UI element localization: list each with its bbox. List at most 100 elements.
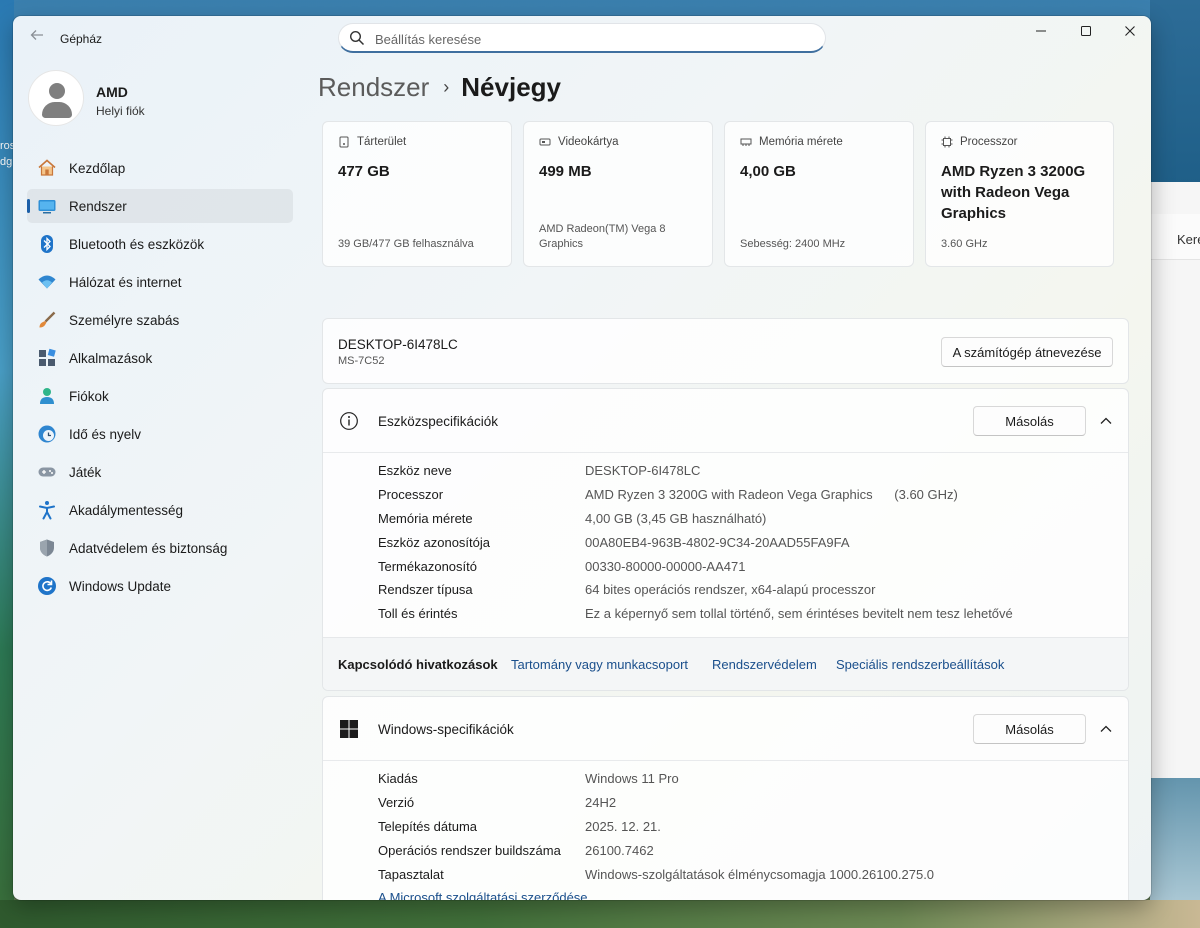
card-label: Processzor [960,136,1018,148]
spec-row: Operációs rendszer buildszáma 26100.7462 [378,838,1118,862]
sidebar-item-privacy[interactable]: Adatvédelem és biztonság [27,531,293,565]
profile-account-type: Helyi fiók [96,104,145,118]
account-icon [37,386,57,406]
card-label: Memória mérete [759,136,843,148]
spec-value: AMD Ryzen 3 3200G with Radeon Vega Graph… [585,487,958,503]
minimize-button[interactable] [1019,16,1063,46]
device-name-panel: DESKTOP-6I478LC MS-7C52 A számítógép átn… [322,318,1129,384]
close-button[interactable] [1108,16,1151,46]
spec-key: Rendszer típusa [378,582,473,598]
sidebar-item-label: Idő és nyelv [69,426,142,442]
sidebar-item-label: Kezdőlap [69,160,126,176]
card-value: 4,00 GB [740,163,796,180]
card-subtext: Sebesség: 2400 MHz [740,238,846,250]
card-memory: Memória mérete 4,00 GB Sebesség: 2400 MH… [724,121,914,267]
spec-value: 64 bites operációs rendszer, x64-alapú p… [585,582,876,598]
sidebar-item-windows-update[interactable]: Windows Update [27,569,293,603]
spec-key: Toll és érintés [378,606,458,622]
card-label: Videokártya [558,136,619,148]
spec-row: Rendszer típusa 64 bites operációs rendsz… [378,578,1118,602]
rename-pc-button[interactable]: A számítógép átnevezése [941,337,1113,367]
spec-key: Telepítés dátuma [378,818,478,834]
spec-value: Ez a képernyő sem tollal történő, sem ér… [585,606,1013,622]
gamepad-icon [37,462,57,482]
memory-icon [740,138,752,146]
windows-specifications-panel: Windows-specifikációk Másolás Kiadás Wind… [322,696,1129,900]
back-arrow-icon [30,30,43,40]
apps-icon [37,348,57,368]
maximize-button[interactable] [1064,16,1108,46]
sidebar-item-apps[interactable]: Alkalmazások [27,341,293,375]
sidebar-item-label: Bluetooth és eszközök [69,236,205,252]
spec-row: Termékazonosító 00330-80000-00000-AA471 [378,554,1118,578]
spec-value: Windows-szolgáltatások élménycsomagja 10… [585,866,935,882]
sidebar-item-bluetooth[interactable]: Bluetooth és eszközök [27,227,293,261]
sidebar-item-system[interactable]: Rendszer [27,189,293,223]
link-system-protection[interactable]: Rendszervédelem [712,657,817,672]
card-subtext: AMD Radeon(TM) Vega 8 Graphics [539,223,666,250]
summary-cards: Tárterület 477 GB 39 GB/477 GB felhaszná… [322,121,1129,267]
clock-globe-icon [37,424,57,444]
windows-spec-rows: Kiadás Windows 11 Pro Verzió 24H2 Telepíté… [378,767,1118,900]
spec-value: 26100.7462 [585,842,654,858]
spec-key: Kiadás [378,771,418,787]
link-domain-workgroup[interactable]: Tartomány vagy munkacsoport [511,657,688,672]
chevron-up-icon[interactable] [1098,413,1114,429]
breadcrumb-parent[interactable]: Rendszer [318,72,429,102]
sidebar-item-time-language[interactable]: Idő és nyelv [27,417,293,451]
link-advanced-system-settings[interactable]: Speciális rendszerbeállítások [836,657,1004,672]
sidebar-item-personalization[interactable]: Személyre szabás [27,303,293,337]
title-bar: Gépház [13,16,1151,60]
sidebar-item-label: Hálózat és internet [69,274,182,290]
sidebar-item-label: Fiókok [69,388,109,404]
microsoft-services-agreement-link[interactable]: A Microsoft szolgáltatási szerződése [378,886,1118,900]
search-box[interactable] [338,23,826,53]
card-processor: Processzor AMD Ryzen 3 3200G with Radeon… [925,121,1114,267]
spec-row: Verzió 24H2 [378,791,1118,815]
spec-value: 4,00 GB (3,45 GB használható) [585,510,767,526]
spec-row: Telepítés dátuma 2025. 12. 21. [378,815,1118,839]
card-storage: Tárterület 477 GB 39 GB/477 GB felhaszná… [322,121,512,267]
sidebar-item-label: Alkalmazások [69,350,153,366]
windows-spec-title: Windows-specifikációk [378,722,514,737]
search-input[interactable] [375,29,805,49]
device-name: DESKTOP-6I478LC [338,337,458,352]
sidebar-item-label: Akadálymentesség [69,502,184,518]
profile-name: AMD [96,84,128,100]
sidebar-nav: Kezdőlap Rendszer Bluetooth és eszközök … [27,151,293,607]
spec-value: DESKTOP-6I478LC [585,463,701,479]
sidebar-item-network[interactable]: Hálózat és internet [27,265,293,299]
update-icon [37,576,57,596]
desktop-wallpaper-bottom [0,900,1200,928]
spec-key: Eszköz azonosítója [378,534,491,550]
related-links-label: Kapcsolódó hivatkozások [338,657,498,672]
maximize-icon [1081,26,1091,36]
device-spec-header[interactable]: Eszközspecifikációk Másolás [323,389,1128,453]
chevron-up-icon[interactable] [1098,721,1114,737]
sidebar-item-gaming[interactable]: Játék [27,455,293,489]
copy-device-spec-button[interactable]: Másolás [973,406,1086,436]
card-subtext: 3.60 GHz [941,238,988,250]
sidebar-item-accessibility[interactable]: Akadálymentesség [27,493,293,527]
sidebar-item-label: Játék [69,464,102,480]
spec-row: Processzor AMD Ryzen 3 3200G with Radeon … [378,483,1118,507]
spec-row: Eszköz azonosítója 00A80EB4-963B-4802-9C3… [378,530,1118,554]
card-graphics: Videokártya 499 MB AMD Radeon(TM) Vega 8… [523,121,713,267]
spec-key: Processzor [378,487,444,503]
breadcrumb: Rendszer › Névjegy [318,72,561,103]
sidebar-item-label: Rendszer [69,198,127,214]
copy-windows-spec-button[interactable]: Másolás [973,714,1086,744]
spec-key: Eszköz neve [378,463,452,479]
back-button[interactable] [23,26,51,50]
sidebar-item-label: Személyre szabás [69,312,180,328]
home-icon [37,158,57,178]
system-icon [37,196,57,216]
spec-row: Kiadás Windows 11 Pro [378,767,1118,791]
sidebar-item-accounts[interactable]: Fiókok [27,379,293,413]
spec-key: Verzió [378,795,415,811]
bluetooth-icon [37,234,57,254]
background-window[interactable]: Kere [1150,182,1200,778]
sidebar-item-home[interactable]: Kezdőlap [27,151,293,185]
sidebar-item-label: Adatvédelem és biztonság [69,540,228,556]
windows-spec-header[interactable]: Windows-specifikációk Másolás [323,697,1128,761]
